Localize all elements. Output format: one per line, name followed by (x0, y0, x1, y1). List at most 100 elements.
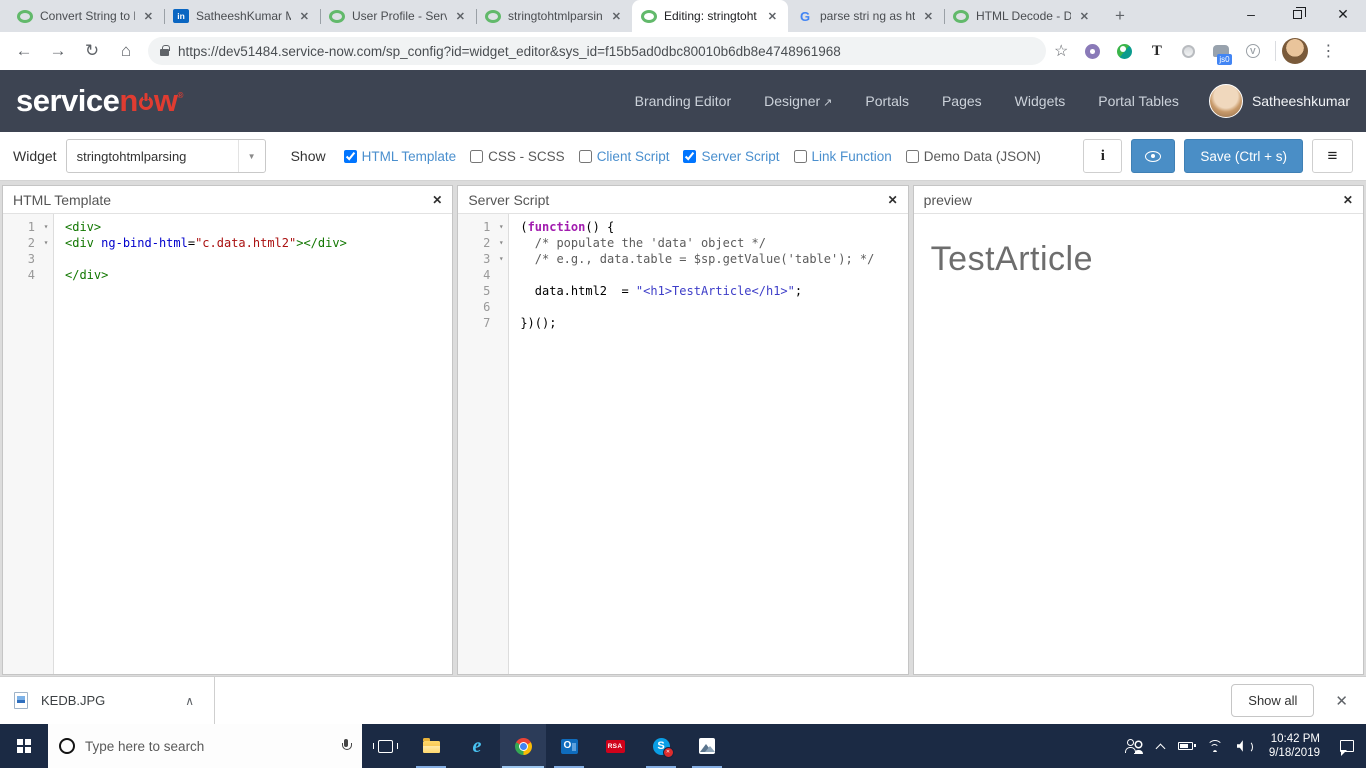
code-line[interactable]: 7})(); (458, 315, 907, 331)
browser-tab[interactable]: Editing: stringtoht ✕ (632, 0, 788, 32)
html-template-editor[interactable]: 1 ▾ <div> 2 ▾ <div ng-bind-html="c.data.html2… (3, 214, 452, 674)
server-script-editor[interactable]: 1 ▾ (function() {2 ▾ /* populate the 'data'… (458, 214, 907, 674)
tab-close-icon[interactable]: ✕ (922, 9, 935, 24)
code-text[interactable]: <div ng-bind-html="c.data.html2"></div> (53, 235, 347, 251)
taskbar-app-button[interactable] (638, 724, 684, 768)
volume-button[interactable] (1230, 724, 1261, 768)
code-text[interactable]: /* populate the 'data' object */ (508, 235, 766, 251)
address-bar[interactable]: https://dev51484.service-now.com/sp_conf… (148, 37, 1046, 65)
browser-extension-button[interactable] (1244, 43, 1261, 60)
widget-select[interactable]: stringtohtmlparsing ▼ (65, 139, 266, 173)
people-button[interactable] (1119, 724, 1150, 768)
browser-extension-button[interactable] (1180, 43, 1197, 60)
checkbox-input[interactable] (683, 149, 697, 163)
browser-extension-button[interactable] (1116, 43, 1133, 60)
code-line[interactable]: 3 ▾ /* e.g., data.table = $sp.getValue('t… (458, 251, 907, 267)
show-checkbox[interactable]: CSS - SCSS (470, 149, 565, 164)
code-line[interactable]: 2 ▾ <div ng-bind-html="c.data.html2"></div… (3, 235, 452, 251)
browser-extension-button[interactable] (1148, 43, 1165, 60)
show-checkbox[interactable]: Link Function (793, 149, 892, 164)
code-line[interactable]: 1 ▾ <div> (3, 219, 452, 235)
checkbox-input[interactable] (905, 149, 919, 163)
checkbox-input[interactable] (470, 149, 484, 163)
code-text[interactable] (508, 267, 520, 283)
taskbar-app-button[interactable] (454, 724, 500, 768)
browser-menu-icon[interactable]: ⋮ (1310, 41, 1346, 61)
show-all-button[interactable]: Show all (1231, 684, 1315, 717)
restore-button[interactable] (1274, 0, 1320, 28)
save-button[interactable]: Save (Ctrl + s) (1184, 139, 1303, 173)
browser-extension-button[interactable] (1084, 43, 1101, 60)
start-button[interactable] (0, 724, 48, 768)
tab-close-icon[interactable]: ✕ (454, 9, 467, 24)
browser-tab[interactable]: parse stri ng as ht ✕ (788, 0, 944, 32)
browser-tab[interactable]: User Profile - Servi ✕ (320, 0, 476, 32)
show-checkbox[interactable]: Client Script (578, 149, 669, 164)
wifi-button[interactable] (1200, 724, 1230, 768)
preview-button[interactable] (1131, 139, 1176, 173)
sn-nav-item[interactable]: Portals (865, 93, 909, 109)
code-text[interactable]: <div> (53, 219, 101, 235)
fold-arrow-icon[interactable]: ▾ (494, 235, 508, 251)
code-line[interactable]: 1 ▾ (function() { (458, 219, 907, 235)
sn-user-menu[interactable]: Satheeshkumar (1208, 84, 1350, 118)
browser-profile-avatar[interactable] (1282, 38, 1309, 64)
code-line[interactable]: 2 ▾ /* populate the 'data' object */ (458, 235, 907, 251)
browser-tab[interactable]: stringtohtmlparsin ✕ (476, 0, 632, 32)
taskbar-app-button[interactable] (684, 724, 730, 768)
code-line[interactable]: 4 (458, 267, 907, 283)
show-checkbox[interactable]: Server Script (683, 149, 780, 164)
reload-button[interactable]: ↻ (76, 35, 108, 67)
action-center-button[interactable] (1328, 724, 1366, 768)
taskbar-app-button[interactable] (546, 724, 592, 768)
new-tab-button[interactable]: + (1106, 3, 1134, 29)
forward-button[interactable]: → (42, 35, 74, 67)
show-checkbox[interactable]: Demo Data (JSON) (905, 149, 1041, 164)
close-panel-icon[interactable]: ✕ (1343, 193, 1353, 207)
taskbar-clock[interactable]: 10:42 PM 9/18/2019 (1261, 732, 1328, 760)
download-item[interactable]: KEDB.JPG ∧ (14, 677, 216, 724)
chevron-up-icon[interactable]: ∧ (185, 694, 194, 708)
tray-overflow-button[interactable] (1150, 724, 1171, 768)
code-text[interactable] (508, 299, 520, 315)
code-line[interactable]: 6 (458, 299, 907, 315)
microphone-icon[interactable] (341, 738, 352, 754)
fold-arrow-icon[interactable]: ▾ (39, 235, 53, 251)
back-button[interactable]: ← (8, 35, 40, 67)
fold-arrow-icon[interactable]: ▾ (494, 251, 508, 267)
code-text[interactable]: (function() { (508, 219, 614, 235)
code-text[interactable]: })(); (508, 315, 556, 331)
url-text[interactable]: https://dev51484.service-now.com/sp_conf… (178, 44, 841, 59)
close-download-bar-icon[interactable]: ✕ (1331, 692, 1352, 710)
battery-button[interactable] (1171, 724, 1200, 768)
code-text[interactable]: </div> (53, 267, 108, 283)
close-panel-icon[interactable]: ✕ (888, 193, 898, 207)
taskbar-app-button[interactable] (500, 724, 546, 768)
fold-arrow-icon[interactable]: ▾ (494, 219, 508, 235)
code-line[interactable]: 3 (3, 251, 452, 267)
info-button[interactable]: i (1083, 139, 1123, 173)
sn-nav-item[interactable]: Widgets (1015, 93, 1066, 109)
fold-arrow-icon[interactable]: ▾ (39, 219, 53, 235)
checkbox-input[interactable] (793, 149, 807, 163)
home-button[interactable]: ⌂ (110, 35, 142, 67)
code-text[interactable] (53, 251, 65, 267)
taskbar-app-button[interactable] (592, 724, 638, 768)
checkbox-input[interactable] (578, 149, 592, 163)
taskbar-search[interactable] (48, 724, 362, 768)
minimize-button[interactable]: – (1228, 0, 1274, 28)
taskbar-app-button[interactable] (408, 724, 454, 768)
code-line[interactable]: 4 </div> (3, 267, 452, 283)
tab-close-icon[interactable]: ✕ (142, 9, 155, 24)
bookmark-star-icon[interactable]: ☆ (1048, 41, 1074, 61)
tab-close-icon[interactable]: ✕ (610, 9, 623, 24)
checkbox-input[interactable] (343, 149, 357, 163)
sn-nav-item[interactable]: Pages (942, 93, 982, 109)
close-window-button[interactable]: ✕ (1320, 0, 1366, 28)
code-text[interactable]: /* e.g., data.table = $sp.getValue('tabl… (508, 251, 875, 267)
close-panel-icon[interactable]: ✕ (432, 193, 442, 207)
tab-close-icon[interactable]: ✕ (1078, 9, 1091, 24)
sn-nav-item[interactable]: Designer ↗ (764, 93, 832, 109)
sn-nav-item[interactable]: Portal Tables (1098, 93, 1179, 109)
tab-close-icon[interactable]: ✕ (766, 9, 779, 24)
